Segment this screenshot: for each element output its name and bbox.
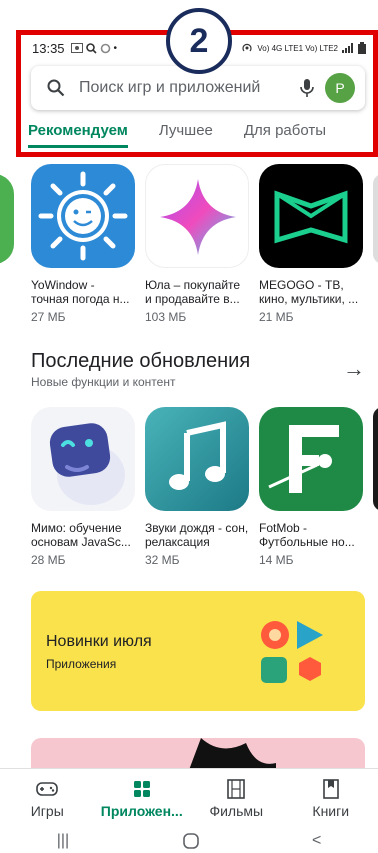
app-card-fotmob[interactable]: FotMob - Футбольные но... 14 МБ xyxy=(259,407,363,567)
apps-icon xyxy=(130,779,154,799)
partial-app-icon-left[interactable] xyxy=(0,174,14,264)
app-name: Звуки дождя - сон, релаксация xyxy=(145,521,249,549)
app-size: 28 МБ xyxy=(31,553,66,567)
nav-label: Приложен... xyxy=(100,803,183,819)
app-size: 27 МБ xyxy=(31,310,66,324)
nav-item-games[interactable]: Игры xyxy=(0,769,95,828)
back-icon[interactable]: < xyxy=(312,832,321,850)
app-name: FotMob - Футбольные но... xyxy=(259,521,355,549)
film-icon xyxy=(224,779,248,799)
app-name: YoWindow - точная погода н... xyxy=(31,278,130,306)
nav-item-books[interactable]: Книги xyxy=(284,769,378,828)
rain-sounds-icon xyxy=(145,407,249,511)
section-subtitle: Новые функции и контент xyxy=(31,375,176,389)
recent-apps-icon[interactable]: ||| xyxy=(57,832,69,850)
fotmob-icon xyxy=(259,407,363,511)
partial-app-icon-right[interactable] xyxy=(373,174,378,264)
category-tabs: Рекомендуем Лучшее Для работы xyxy=(28,122,378,148)
app-card-rain-sounds[interactable]: Звуки дождя - сон, релаксация 32 МБ xyxy=(145,407,249,567)
app-size: 32 МБ xyxy=(145,553,180,567)
partial-app-icon-right-2[interactable] xyxy=(373,407,378,511)
yowindow-icon xyxy=(31,164,135,268)
app-card-yowindow[interactable]: YoWindow - точная погода н... 27 МБ xyxy=(31,164,135,324)
home-icon[interactable] xyxy=(182,832,199,849)
megogo-icon xyxy=(259,164,363,268)
nav-item-movies[interactable]: Фильмы xyxy=(189,769,284,828)
arrow-right-icon[interactable]: → xyxy=(343,356,365,382)
app-card-mimo[interactable]: Мимо: обучение основам JavaSc... 28 МБ xyxy=(31,407,135,567)
app-row-updates: Мимо: обучение основам JavaSc... 28 МБ З… xyxy=(0,407,378,567)
avatar[interactable]: P xyxy=(325,73,355,103)
promo-subtitle: Приложения xyxy=(46,657,117,671)
app-row-recommended: YoWindow - точная погода н... 27 МБ Юла … xyxy=(0,164,378,324)
system-navigation: ||| < xyxy=(0,828,378,853)
app-card-megogo[interactable]: MEGOGO - ТВ, кино, мультики, ... 21 МБ xyxy=(259,164,363,324)
search-icon xyxy=(47,79,65,97)
app-card-yula[interactable]: Юла – покупайте и продавайте в... 103 МБ xyxy=(145,164,249,324)
app-name: Мимо: обучение основам JavaSc... xyxy=(31,521,131,549)
mimo-icon xyxy=(31,407,135,511)
app-name: MEGOGO - ТВ, кино, мультики, ... xyxy=(259,278,359,306)
promo-card-july[interactable]: Новинки июля Приложения xyxy=(31,591,365,711)
book-icon xyxy=(319,779,343,799)
nav-label: Игры xyxy=(30,803,64,819)
tab-recommended[interactable]: Рекомендуем xyxy=(28,122,128,148)
app-size: 103 МБ xyxy=(145,310,187,324)
promo-shapes-illustration xyxy=(261,621,323,683)
app-size: 21 МБ xyxy=(259,310,294,324)
promo-title: Новинки июля xyxy=(46,633,152,650)
tab-work[interactable]: Для работы xyxy=(244,122,326,148)
yula-icon xyxy=(145,164,249,268)
app-size: 14 МБ xyxy=(259,553,294,567)
section-title: Последние обновления xyxy=(31,350,251,372)
nav-label: Фильмы xyxy=(209,803,264,819)
microphone-icon[interactable] xyxy=(299,78,315,98)
gamepad-icon xyxy=(35,779,59,799)
bottom-navigation: Игры Приложен... Фильмы Книги xyxy=(0,768,378,828)
search-placeholder[interactable]: Поиск игр и приложений xyxy=(79,79,299,97)
nav-label: Книги xyxy=(312,803,350,819)
annotation-number: 2 xyxy=(166,8,232,74)
app-name: Юла – покупайте и продавайте в... xyxy=(145,278,241,306)
tab-top[interactable]: Лучшее xyxy=(159,122,213,148)
nav-item-apps[interactable]: Приложен... xyxy=(95,769,190,828)
